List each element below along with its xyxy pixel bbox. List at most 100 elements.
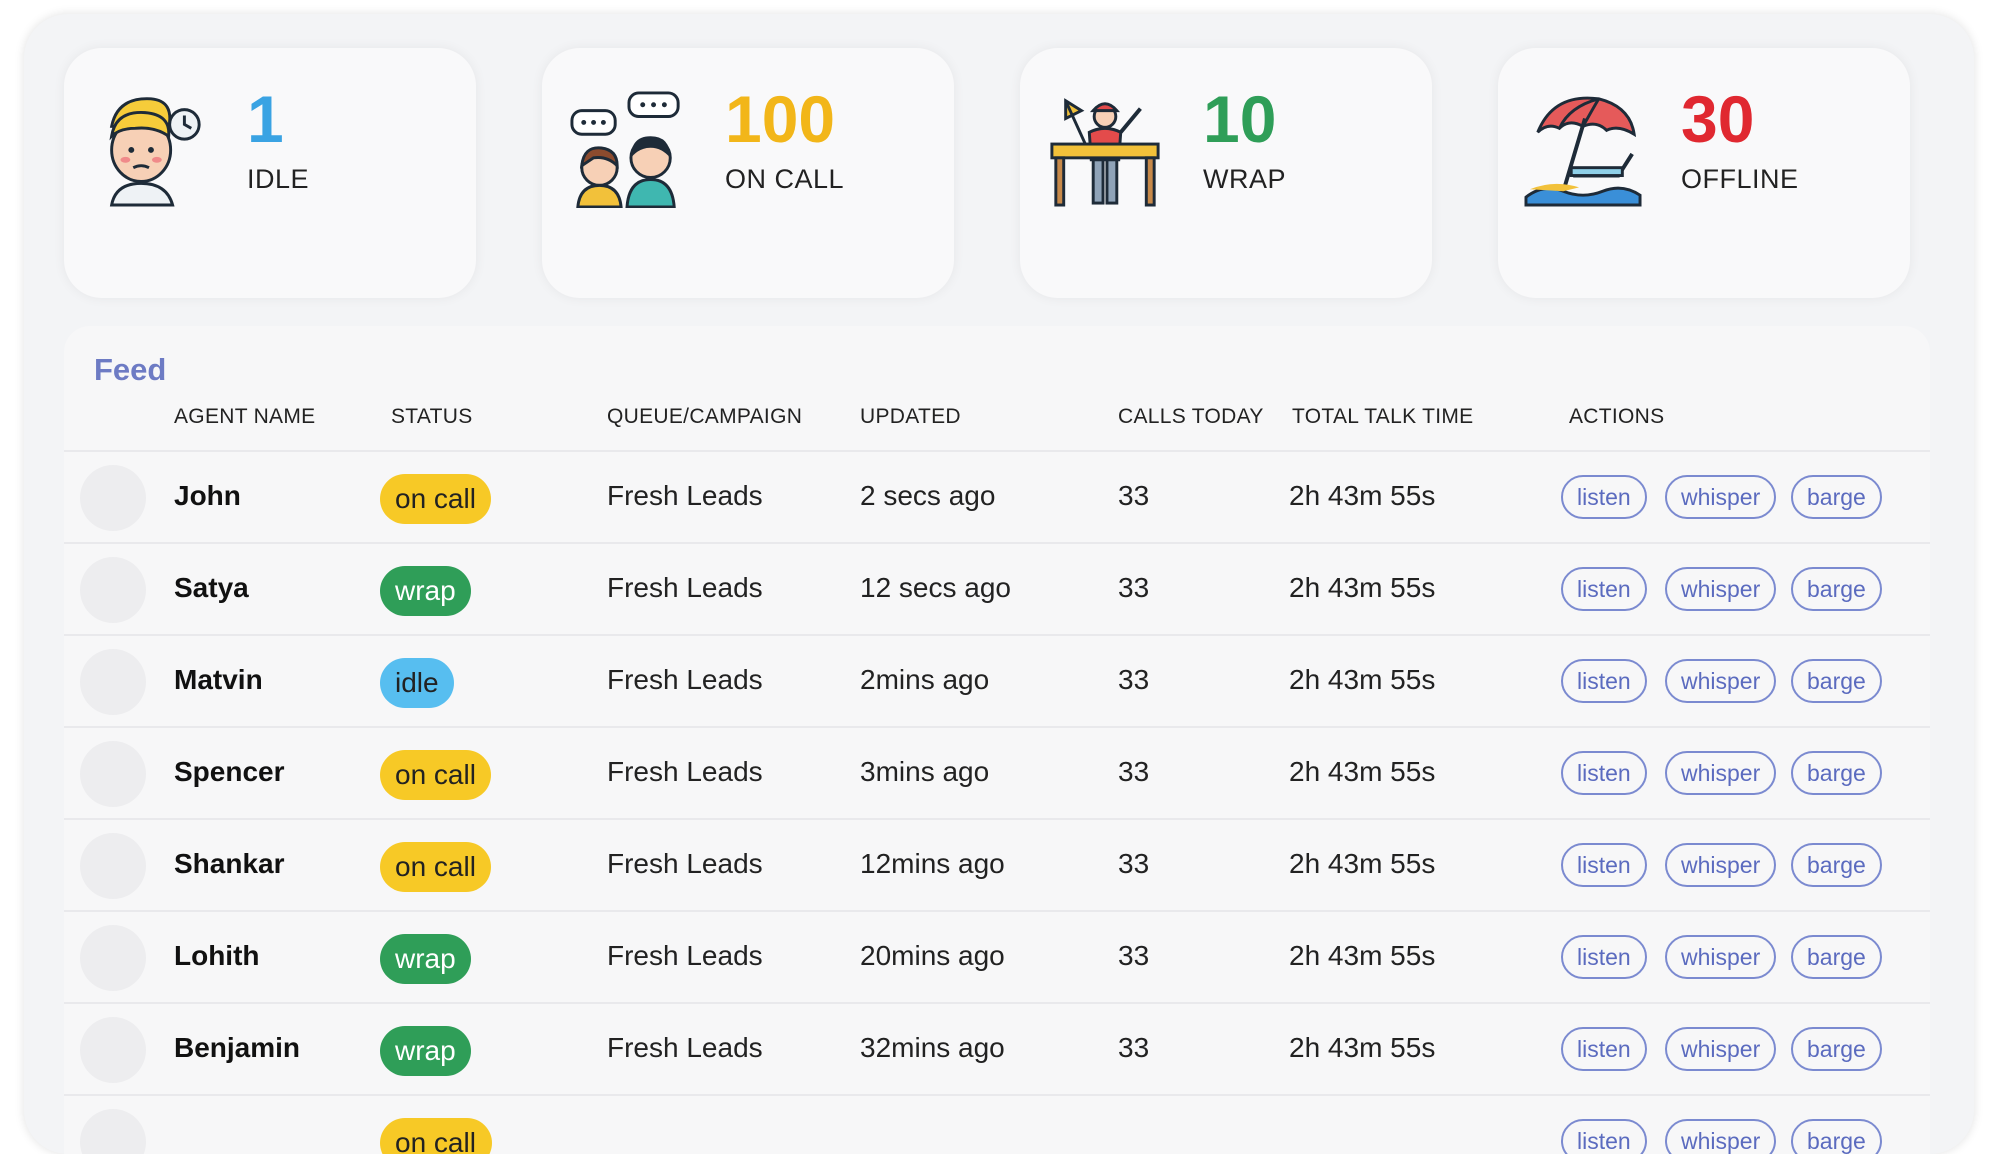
column-header-actions: ACTIONS bbox=[1569, 405, 1665, 428]
queue-campaign: Fresh Leads bbox=[607, 572, 763, 603]
calls-today: 33 bbox=[1118, 940, 1150, 971]
table-row[interactable]: Benjamin wrap Fresh Leads 32mins ago 33 … bbox=[64, 1002, 1930, 1094]
listen-button[interactable]: listen bbox=[1561, 1027, 1647, 1071]
feed-title: Feed bbox=[94, 352, 167, 387]
status-badge: on call bbox=[380, 750, 491, 800]
barge-button[interactable]: barge bbox=[1791, 843, 1882, 887]
table-row[interactable]: John on call Fresh Leads 2 secs ago 33 2… bbox=[64, 450, 1930, 542]
total-talk-time: 2h 43m 55s bbox=[1289, 1032, 1436, 1063]
total-talk-time: 2h 43m 55s bbox=[1289, 848, 1436, 879]
queue-campaign: Fresh Leads bbox=[607, 664, 763, 695]
table-row[interactable]: Spencer on call Fresh Leads 3mins ago 33… bbox=[64, 726, 1930, 818]
stopwatch-person-icon bbox=[109, 97, 201, 207]
whisper-button[interactable]: whisper bbox=[1665, 567, 1777, 611]
agent-name: Benjamin bbox=[174, 1032, 301, 1063]
column-header-total-talk-time: TOTAL TALK TIME bbox=[1292, 405, 1474, 428]
stat-card-offline[interactable]: 30 OFFLINE bbox=[1498, 48, 1910, 298]
calls-today: 33 bbox=[1118, 480, 1150, 511]
stat-label: OFFLINE bbox=[1681, 164, 1799, 194]
agent-name: Matvin bbox=[174, 664, 263, 695]
whisper-button[interactable]: whisper bbox=[1665, 659, 1777, 703]
stat-value: 1 bbox=[247, 82, 284, 156]
whisper-button[interactable]: whisper bbox=[1665, 475, 1777, 519]
stat-card-on-call[interactable]: 100 ON CALL bbox=[542, 48, 954, 298]
whisper-button[interactable]: whisper bbox=[1665, 935, 1777, 979]
table-row[interactable]: on call listen whisper barge bbox=[64, 1094, 1930, 1154]
barge-button[interactable]: barge bbox=[1791, 1119, 1882, 1154]
agent-name: Satya bbox=[174, 572, 249, 603]
total-talk-time: 2h 43m 55s bbox=[1289, 664, 1436, 695]
total-talk-time: 2h 43m 55s bbox=[1289, 480, 1436, 511]
barge-button[interactable]: barge bbox=[1791, 751, 1882, 795]
listen-button[interactable]: listen bbox=[1561, 843, 1647, 887]
avatar bbox=[80, 1109, 146, 1154]
finish-line-icon bbox=[1050, 98, 1160, 207]
whisper-button[interactable]: whisper bbox=[1665, 751, 1777, 795]
stat-value: 100 bbox=[725, 82, 836, 156]
barge-button[interactable]: barge bbox=[1791, 659, 1882, 703]
status-badge: wrap bbox=[380, 1026, 471, 1076]
listen-button[interactable]: listen bbox=[1561, 935, 1647, 979]
calls-today: 33 bbox=[1118, 756, 1150, 787]
updated-time: 2 secs ago bbox=[860, 480, 996, 511]
barge-button[interactable]: barge bbox=[1791, 935, 1882, 979]
updated-time: 12 secs ago bbox=[860, 572, 1011, 603]
table-row[interactable]: Matvin idle Fresh Leads 2mins ago 33 2h … bbox=[64, 634, 1930, 726]
listen-button[interactable]: listen bbox=[1561, 659, 1647, 703]
updated-time: 20mins ago bbox=[860, 940, 1005, 971]
column-header-calls-today: CALLS TODAY bbox=[1118, 405, 1264, 428]
updated-time: 2mins ago bbox=[860, 664, 990, 695]
whisper-button[interactable]: whisper bbox=[1665, 1119, 1777, 1154]
queue-campaign: Fresh Leads bbox=[607, 848, 763, 879]
updated-time: 3mins ago bbox=[860, 756, 990, 787]
status-badge: idle bbox=[380, 658, 454, 708]
listen-button[interactable]: listen bbox=[1561, 1119, 1647, 1154]
agent-name: John bbox=[174, 480, 241, 511]
avatar bbox=[80, 741, 146, 807]
column-header-agent-name: AGENT NAME bbox=[174, 405, 316, 428]
whisper-button[interactable]: whisper bbox=[1665, 843, 1777, 887]
queue-campaign: Fresh Leads bbox=[607, 756, 763, 787]
whisper-button[interactable]: whisper bbox=[1665, 1027, 1777, 1071]
queue-campaign: Fresh Leads bbox=[607, 1032, 763, 1063]
agent-name: Spencer bbox=[174, 756, 285, 787]
queue-campaign: Fresh Leads bbox=[607, 480, 763, 511]
updated-time: 32mins ago bbox=[860, 1032, 1005, 1063]
status-badge: wrap bbox=[380, 566, 471, 616]
barge-button[interactable]: barge bbox=[1791, 1027, 1882, 1071]
stat-value: 30 bbox=[1681, 82, 1755, 156]
agent-name: Shankar bbox=[174, 848, 285, 879]
status-badge: on call bbox=[380, 1118, 492, 1154]
column-header-updated: UPDATED bbox=[860, 405, 961, 428]
avatar bbox=[80, 1017, 146, 1083]
updated-time: 12mins ago bbox=[860, 848, 1005, 879]
status-badge: wrap bbox=[380, 934, 471, 984]
listen-button[interactable]: listen bbox=[1561, 475, 1647, 519]
calls-today: 33 bbox=[1118, 848, 1150, 879]
total-talk-time: 2h 43m 55s bbox=[1289, 940, 1436, 971]
avatar bbox=[80, 925, 146, 991]
agent-name: Lohith bbox=[174, 940, 260, 971]
beach-umbrella-icon bbox=[1524, 96, 1642, 207]
stat-card-idle[interactable]: 1 IDLE bbox=[64, 48, 476, 298]
queue-campaign: Fresh Leads bbox=[607, 940, 763, 971]
barge-button[interactable]: barge bbox=[1791, 567, 1882, 611]
status-badge: on call bbox=[380, 474, 491, 524]
feed-panel: Feed AGENT NAME STATUS QUEUE/CAMPAIGN UP… bbox=[64, 326, 1930, 1154]
stat-label: IDLE bbox=[247, 164, 310, 194]
table-row[interactable]: Lohith wrap Fresh Leads 20mins ago 33 2h… bbox=[64, 910, 1930, 1002]
avatar bbox=[80, 465, 146, 531]
chatting-people-icon bbox=[570, 91, 680, 208]
column-header-queue: QUEUE/CAMPAIGN bbox=[607, 405, 803, 428]
avatar bbox=[80, 833, 146, 899]
barge-button[interactable]: barge bbox=[1791, 475, 1882, 519]
listen-button[interactable]: listen bbox=[1561, 567, 1647, 611]
calls-today: 33 bbox=[1118, 664, 1150, 695]
listen-button[interactable]: listen bbox=[1561, 751, 1647, 795]
table-row[interactable]: Shankar on call Fresh Leads 12mins ago 3… bbox=[64, 818, 1930, 910]
stat-card-wrap[interactable]: 10 WRAP bbox=[1020, 48, 1432, 298]
table-row[interactable]: Satya wrap Fresh Leads 12 secs ago 33 2h… bbox=[64, 542, 1930, 634]
dashboard-frame: 1 IDLE 100 ON CALL 10 WRAP 30 OFFLINE Fe… bbox=[24, 14, 1974, 1154]
status-badge: on call bbox=[380, 842, 491, 892]
calls-today: 33 bbox=[1118, 572, 1150, 603]
